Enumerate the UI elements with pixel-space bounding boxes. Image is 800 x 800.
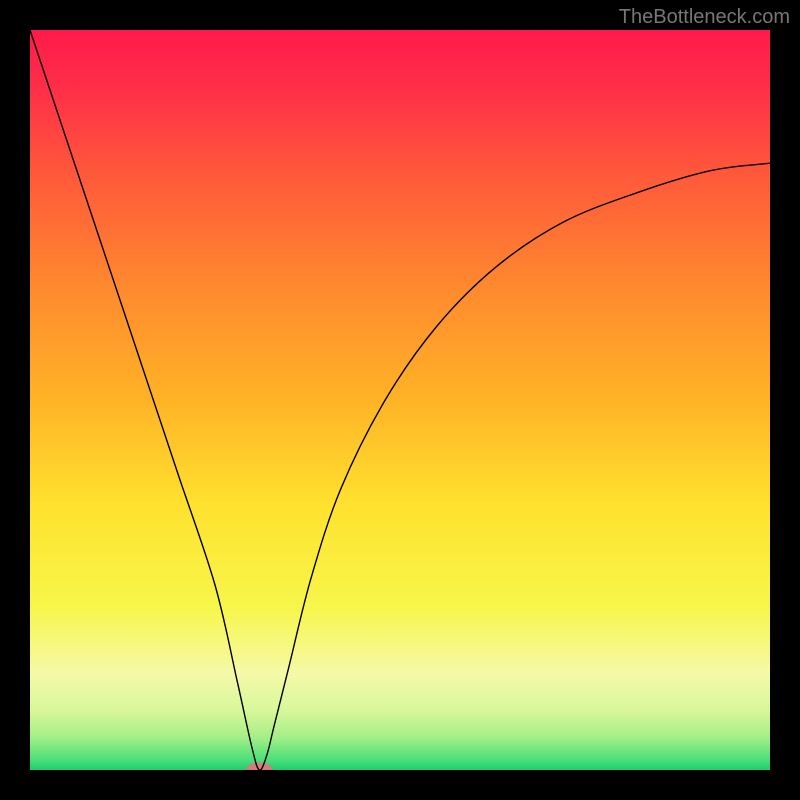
chart-background [30, 30, 770, 770]
watermark-text: TheBottleneck.com [619, 6, 790, 29]
chart-frame [30, 30, 770, 770]
bottleneck-chart-svg [30, 30, 770, 770]
